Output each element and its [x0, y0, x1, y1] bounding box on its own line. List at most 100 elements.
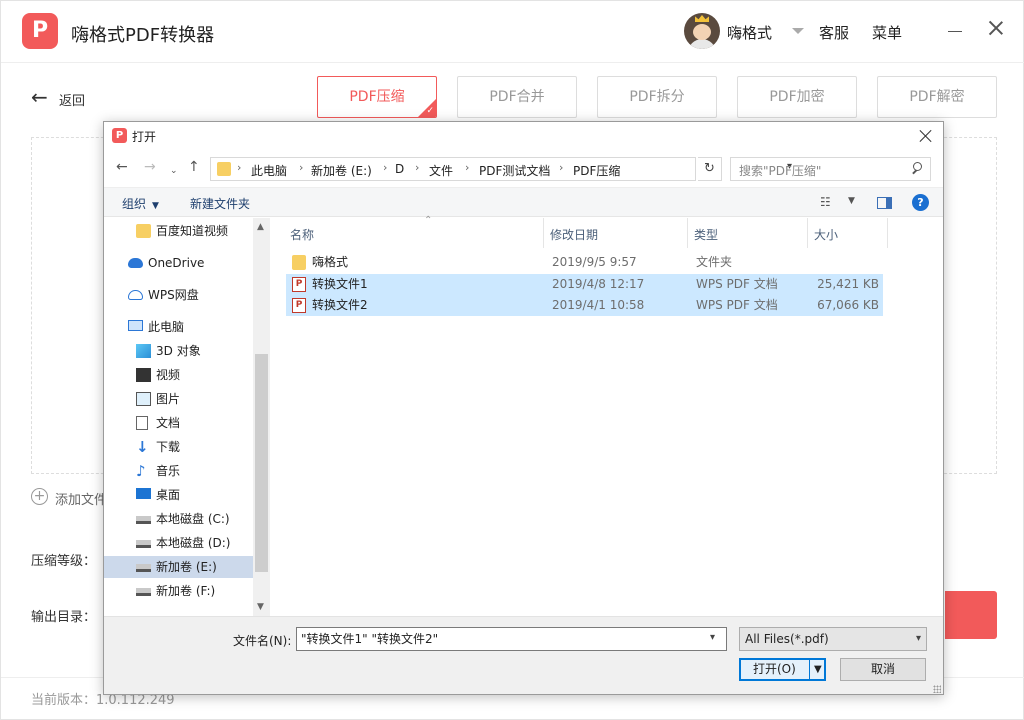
tree-scrollbar[interactable]: ▲ ▼	[253, 218, 270, 616]
back-label: 返回	[59, 94, 86, 109]
chevron-down-icon: ▼	[152, 201, 159, 211]
chevron-down-icon[interactable]: ▼	[848, 196, 855, 206]
breadcrumb-item[interactable]: PDF测试文档	[479, 162, 550, 179]
scrollbar-thumb[interactable]	[255, 354, 268, 572]
breadcrumb-item[interactable]: 此电脑	[251, 162, 287, 179]
new-folder-button[interactable]: 新建文件夹	[190, 195, 250, 212]
tree-item-desktop[interactable]: 桌面	[136, 484, 253, 506]
add-file-label: 添加文件	[55, 493, 108, 508]
cancel-button[interactable]: 取消	[840, 658, 926, 681]
tree-item-drive-e[interactable]: 新加卷 (E:)	[104, 556, 253, 578]
tree-item-wps-cloud[interactable]: WPS网盘	[128, 284, 253, 306]
dialog-bottom-bar: 文件名(N): "转换文件1" "转换文件2" ▾ All Files(*.pd…	[104, 616, 943, 694]
tree-item-pictures[interactable]: 图片	[136, 388, 253, 410]
start-button[interactable]	[945, 591, 997, 639]
breadcrumb-item[interactable]: D	[395, 162, 404, 176]
file-row[interactable]: 嗨格式 2019/9/5 9:57 文件夹	[286, 252, 883, 273]
search-box[interactable]: 搜索"PDF压缩"	[730, 157, 931, 181]
view-options-icon[interactable]: ☷	[820, 195, 831, 209]
scroll-down-icon[interactable]: ▼	[257, 602, 264, 612]
column-header-size[interactable]: 大小	[808, 218, 888, 248]
file-type-select[interactable]: All Files(*.pdf) ▾	[739, 627, 927, 651]
computer-icon	[128, 320, 143, 331]
scroll-up-icon[interactable]: ▲	[257, 222, 264, 232]
video-icon	[136, 368, 151, 382]
tree-item-this-pc[interactable]: 此电脑	[128, 316, 253, 338]
sort-ascending-icon: ⌃	[424, 215, 433, 226]
tree-item-music[interactable]: ♪ 音乐	[136, 460, 253, 482]
folder-icon	[136, 224, 151, 238]
breadcrumb-item[interactable]: 文件	[429, 162, 453, 179]
file-row[interactable]: P 转换文件1 2019/4/8 12:17 WPS PDF 文档 25,421…	[286, 274, 883, 295]
organize-button[interactable]: 组织 ▼	[122, 195, 159, 212]
recent-locations-dropdown-icon[interactable]: ⌄	[170, 163, 178, 179]
column-header-type[interactable]: 类型	[688, 218, 808, 248]
user-avatar[interactable]	[684, 13, 720, 49]
pdf-file-icon: P	[292, 298, 306, 313]
documents-icon	[136, 416, 148, 430]
minimize-icon[interactable]	[948, 31, 962, 32]
3d-objects-icon	[136, 344, 151, 358]
app-logo-icon: P	[112, 128, 127, 143]
column-header-date[interactable]: 修改日期	[544, 218, 688, 248]
search-placeholder: 搜索"PDF压缩"	[739, 164, 822, 178]
tree-item-drive-d[interactable]: 本地磁盘 (D:)	[136, 532, 253, 554]
file-row[interactable]: P 转换文件2 2019/4/1 10:58 WPS PDF 文档 67,066…	[286, 295, 883, 316]
preview-pane-icon[interactable]	[877, 197, 892, 209]
tab-pdf-compress[interactable]: PDF压缩 ✓	[317, 76, 437, 118]
help-icon[interactable]: ?	[912, 194, 929, 211]
cloud-icon	[128, 258, 143, 268]
filename-input[interactable]: "转换文件1" "转换文件2"	[296, 627, 727, 651]
folder-icon	[292, 255, 306, 270]
tab-pdf-merge[interactable]: PDF合并	[457, 76, 577, 118]
filename-dropdown-icon[interactable]: ▾	[710, 632, 715, 643]
tree-item-documents[interactable]: 文档	[136, 412, 253, 434]
menu-button[interactable]: 菜单	[872, 22, 902, 43]
file-list: 名称 ⌃ 修改日期 类型 大小 嗨格式 2019/9/5 9:57 文件夹 P …	[270, 215, 943, 616]
tree-item-drive-f[interactable]: 新加卷 (F:)	[136, 580, 253, 602]
breadcrumb-item[interactable]: PDF压缩	[573, 162, 620, 179]
close-icon[interactable]	[987, 19, 1005, 37]
filename-label: 文件名(N):	[233, 634, 292, 648]
app-title: 嗨格式PDF转换器	[71, 25, 215, 46]
open-button[interactable]: 打开(O) ▼	[739, 658, 826, 681]
output-dir-label: 输出目录：	[31, 610, 97, 625]
tree-item-downloads[interactable]: ↓ 下载	[136, 436, 253, 458]
resize-grip-icon[interactable]	[933, 685, 941, 693]
open-options-dropdown-icon[interactable]: ▼	[814, 660, 822, 679]
plus-circle-icon: +	[31, 488, 48, 505]
up-arrow-icon[interactable]: ↑	[188, 159, 200, 175]
download-icon: ↓	[136, 438, 149, 456]
tab-pdf-split[interactable]: PDF拆分	[597, 76, 717, 118]
address-bar[interactable]: › 此电脑 › 新加卷 (E:) › D › 文件 › PDF测试文档 › PD…	[210, 157, 792, 181]
tree-item-drive-c[interactable]: 本地磁盘 (C:)	[136, 508, 253, 530]
tree-item-3d-objects[interactable]: 3D 对象	[136, 340, 253, 362]
tree-item-videos[interactable]: 视频	[136, 364, 253, 386]
refresh-icon[interactable]: ↻	[698, 157, 722, 181]
breadcrumb-item[interactable]: 新加卷 (E:)	[311, 162, 372, 179]
app-logo-icon: P	[22, 13, 58, 49]
drive-icon	[136, 540, 151, 548]
music-icon: ♪	[136, 462, 146, 480]
tab-pdf-decrypt[interactable]: PDF解密	[877, 76, 997, 118]
tab-pdf-encrypt[interactable]: PDF加密	[737, 76, 857, 118]
check-icon: ✓	[426, 106, 434, 116]
user-dropdown-icon[interactable]	[792, 28, 804, 34]
dialog-close-icon[interactable]	[918, 128, 934, 144]
open-file-dialog: P 打开 ← → ⌄ ↑ › 此电脑 › 新加卷 (E:) › D › 文件 ›…	[103, 121, 944, 695]
chevron-down-icon: ▾	[915, 633, 921, 644]
folder-icon	[217, 162, 231, 176]
compress-level-label: 压缩等级：	[31, 554, 97, 569]
back-arrow-icon[interactable]: ←	[116, 159, 128, 175]
column-header-name[interactable]: 名称 ⌃	[284, 215, 544, 248]
customer-service-button[interactable]: 客服	[819, 22, 849, 43]
drive-icon	[136, 516, 151, 524]
tree-item-baidu-video[interactable]: 百度知道视频	[136, 220, 253, 242]
dialog-title-bar: P 打开	[104, 122, 943, 150]
arrow-left-icon: ←	[31, 85, 48, 109]
drive-icon	[136, 588, 151, 596]
forward-arrow-icon[interactable]: →	[144, 159, 156, 175]
search-icon	[909, 162, 923, 176]
tree-item-onedrive[interactable]: OneDrive	[128, 252, 253, 274]
username[interactable]: 嗨格式	[727, 22, 772, 43]
